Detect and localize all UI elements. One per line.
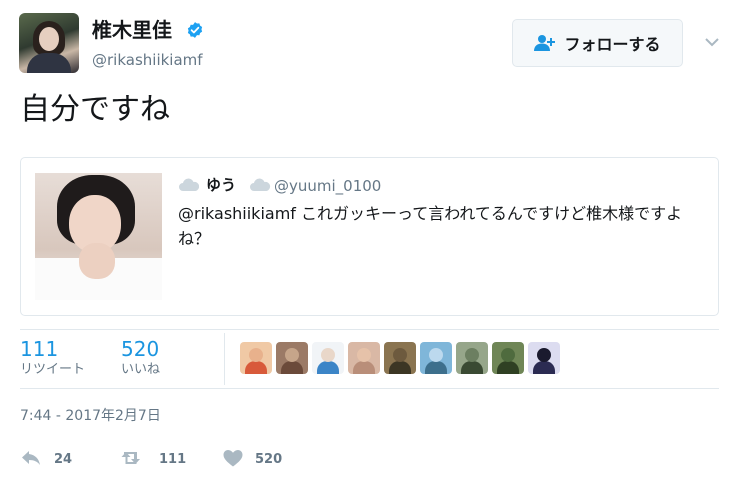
tweet-timestamp[interactable]: 7:44 - 2017年2月7日 bbox=[20, 407, 161, 425]
retweet-stat-count[interactable]: 111 bbox=[20, 337, 58, 361]
retweet-icon[interactable] bbox=[120, 448, 142, 468]
user-handle[interactable]: @rikashiikiamf bbox=[92, 50, 203, 70]
user-avatar[interactable] bbox=[19, 13, 79, 73]
divider bbox=[224, 333, 225, 385]
liker-avatar[interactable] bbox=[312, 342, 344, 374]
liker-avatar[interactable] bbox=[528, 342, 560, 374]
quoted-tweet-text: @rikashiikiamf これガッキーって言われてるんですけど椎木様ですよね… bbox=[178, 204, 683, 248]
liker-avatar[interactable] bbox=[240, 342, 272, 374]
user-display-name[interactable]: 椎木里佳 bbox=[92, 18, 172, 42]
quoted-user-handle[interactable]: @yuumi_0100 bbox=[274, 176, 381, 196]
retweet-count: 111 bbox=[159, 452, 187, 467]
chevron-down-icon[interactable] bbox=[704, 34, 720, 50]
retweet-stat-label[interactable]: リツイート bbox=[20, 362, 85, 378]
follow-button-label: フォローする bbox=[564, 35, 661, 54]
liker-avatar[interactable] bbox=[384, 342, 416, 374]
add-user-icon bbox=[534, 35, 556, 51]
follow-button[interactable]: フォローする bbox=[512, 19, 683, 67]
cloud-icon bbox=[179, 178, 200, 191]
liker-avatar[interactable] bbox=[456, 342, 488, 374]
reply-icon[interactable] bbox=[20, 448, 42, 468]
quoted-user-name[interactable]: ゆう bbox=[206, 175, 236, 195]
liker-avatar[interactable] bbox=[348, 342, 380, 374]
liker-avatar[interactable] bbox=[492, 342, 524, 374]
like-count: 520 bbox=[255, 452, 283, 467]
divider bbox=[20, 388, 719, 389]
liker-avatar[interactable] bbox=[276, 342, 308, 374]
liker-avatar[interactable] bbox=[420, 342, 452, 374]
divider bbox=[20, 329, 719, 330]
reply-count: 24 bbox=[54, 452, 73, 467]
like-stat-label[interactable]: いいね bbox=[121, 362, 160, 378]
tweet-text: 自分ですね bbox=[20, 92, 170, 127]
quoted-tweet-image[interactable] bbox=[35, 173, 162, 300]
cloud-icon bbox=[250, 178, 271, 191]
heart-icon[interactable] bbox=[222, 448, 244, 468]
like-stat-count[interactable]: 520 bbox=[121, 337, 159, 361]
verified-badge-icon bbox=[187, 22, 203, 38]
